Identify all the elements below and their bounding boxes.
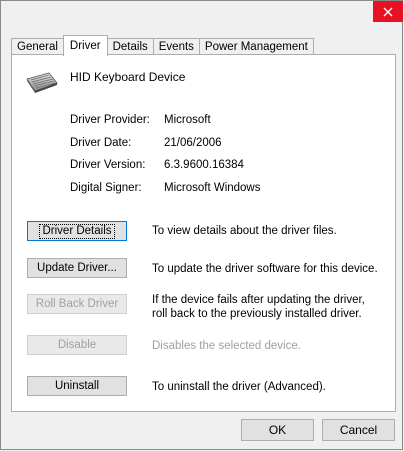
uninstall-description: To uninstall the driver (Advanced). — [152, 381, 326, 393]
close-button[interactable] — [373, 1, 403, 22]
update-driver-button[interactable]: Update Driver... — [27, 258, 127, 278]
uninstall-button[interactable]: Uninstall — [27, 376, 127, 396]
tab-events[interactable]: Events — [152, 38, 200, 55]
tab-general[interactable]: General — [11, 38, 64, 55]
info-row-signer: Digital Signer: Microsoft Windows — [70, 182, 261, 194]
close-icon — [383, 7, 393, 16]
driver-details-button[interactable]: Driver Details — [27, 221, 127, 241]
info-row-date: Driver Date: 21/06/2006 — [70, 137, 222, 149]
driver-panel: HID Keyboard Device Driver Provider: Mic… — [11, 54, 396, 412]
tab-details[interactable]: Details — [106, 38, 154, 55]
roll-back-driver-button[interactable]: Roll Back Driver — [27, 294, 127, 314]
device-name: HID Keyboard Device — [70, 70, 186, 84]
tab-power-management[interactable]: Power Management — [198, 38, 314, 55]
driver-details-description: To view details about the driver files. — [152, 225, 337, 237]
info-row-version: Driver Version: 6.3.9600.16384 — [70, 159, 244, 171]
disable-button[interactable]: Disable — [27, 335, 127, 355]
ok-button[interactable]: OK — [241, 419, 314, 441]
cancel-button[interactable]: Cancel — [322, 419, 395, 441]
keyboard-icon — [26, 72, 58, 93]
properties-dialog: General Driver Details Events Power Mana… — [0, 0, 403, 450]
info-row-provider: Driver Provider: Microsoft — [70, 114, 211, 126]
tab-strip: General Driver Details Events Power Mana… — [11, 35, 314, 56]
disable-description: Disables the selected device. — [152, 340, 301, 352]
update-driver-description: To update the driver software for this d… — [152, 263, 378, 275]
tab-driver[interactable]: Driver — [62, 35, 108, 56]
roll-back-driver-description: If the device fails after updating the d… — [152, 294, 365, 320]
